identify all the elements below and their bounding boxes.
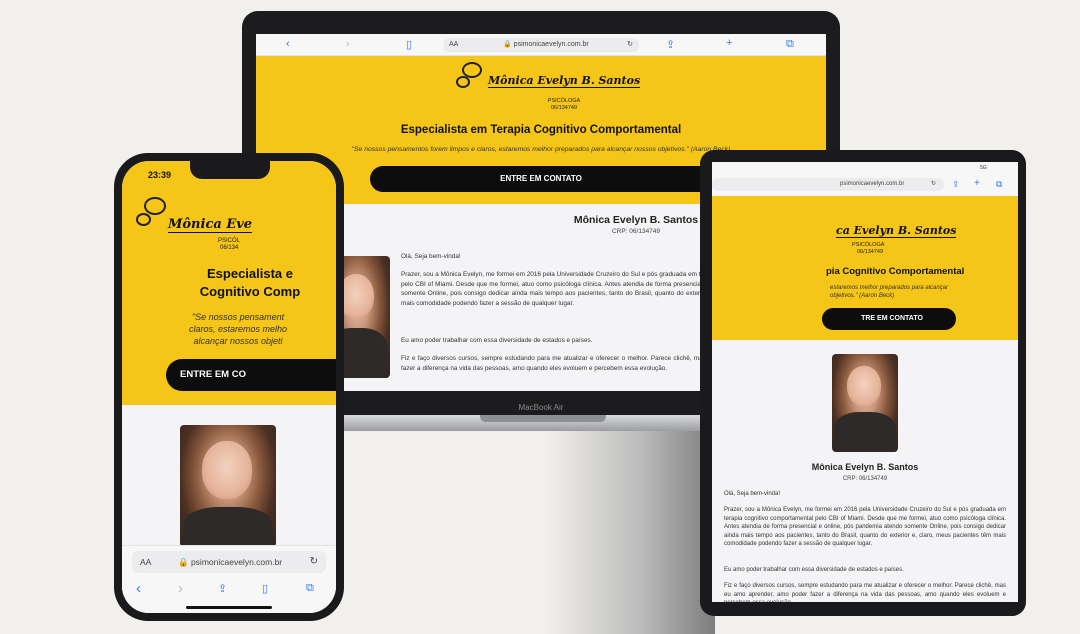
phone-back-icon[interactable]: ‹	[136, 580, 141, 597]
phone-hero: 23:39 Mônica Eve PSICÓL 06/134 Especiali…	[122, 161, 336, 405]
hero-headline: Especialista em Terapia Cognitivo Compor…	[400, 124, 682, 136]
phone-contact-button[interactable]: ENTRE EM CO	[166, 359, 336, 391]
home-indicator	[186, 606, 272, 609]
logo-name: Mônica Evelyn B. Santos	[488, 74, 641, 88]
phone-logo-subtitle: PSICÓL	[218, 238, 241, 244]
tablet-quote: estaremos melhor preparados para alcança…	[830, 285, 949, 299]
new-tab-icon[interactable]: +	[974, 178, 980, 189]
logo-subtitle: PSICÓLOGA	[547, 98, 581, 104]
share-icon[interactable]: ⇪	[666, 38, 675, 51]
phone-tabs-icon[interactable]: ⧉	[306, 582, 314, 595]
phone-chat-bubbles-icon	[136, 197, 168, 231]
phone-headline: Especialista e Cognitivo Comp	[199, 266, 301, 299]
tablet-logo-name: ca Evelyn B. Santos	[836, 224, 957, 238]
phone-quote: "Se nossos pensament claros, estaremos m…	[188, 312, 288, 346]
url-text: 🔒 psimonicaevelyn.com.br	[503, 41, 589, 48]
phone-profile-photo	[180, 425, 276, 547]
forward-icon[interactable]: ›	[346, 38, 350, 50]
phone-logo-name: Mônica Eve	[168, 217, 253, 233]
status-network: 5G	[980, 165, 987, 171]
tablet-content: Mônica Evelyn B. Santos CRP: 06/134749 O…	[712, 340, 1018, 602]
reload-icon[interactable]: ↻	[931, 178, 936, 191]
phone-reload-icon[interactable]: ↻	[310, 551, 318, 573]
laptop-notch	[480, 415, 606, 422]
phone-url-text: 🔒 psimonicaevelyn.com.br	[178, 557, 283, 567]
phone-url-bar[interactable]: AA 🔒 psimonicaevelyn.com.br ↻	[132, 551, 326, 573]
tablet-browser-toolbar: 5G psimonicaevelyn.com.br ↻ ⇪ + ⧉	[712, 162, 1018, 196]
phone-bookmarks-icon[interactable]: ▯	[262, 582, 268, 595]
tablet-profile-crp: CRP: 06/134749	[842, 476, 888, 482]
back-icon[interactable]: ‹	[286, 38, 290, 50]
tablet-headline: pia Cognitivo Comportamental	[826, 266, 965, 277]
contact-button[interactable]: ENTRE EM CONTATO	[370, 166, 712, 192]
tablet-profile-photo	[832, 354, 898, 452]
tablet-logo-crp: 06/134749	[857, 249, 883, 255]
tablet-bio-paragraph-2: Eu amo poder trabalhar com essa diversid…	[724, 567, 904, 573]
reload-icon[interactable]: ↻	[627, 38, 633, 52]
phone-notch	[190, 161, 270, 179]
phone-logo-crp: 06/134	[220, 245, 239, 251]
reader-aa[interactable]: AA	[449, 38, 458, 52]
tablet-hero: ca Evelyn B. Santos PSICÓLOGA 06/134749 …	[712, 196, 1018, 340]
tablet-screen: 5G psimonicaevelyn.com.br ↻ ⇪ + ⧉ ca Eve…	[712, 162, 1018, 602]
chat-bubbles-icon	[456, 62, 486, 92]
bookmarks-icon[interactable]: ▯	[406, 38, 412, 51]
tablet-bio-paragraph-3: Fiz e faço diversos cursos, sempre estud…	[724, 583, 1006, 602]
tablet-url-text: psimonicaevelyn.com.br	[840, 181, 905, 187]
tablet-greeting: Olá, Seja bem-vinda!	[724, 491, 781, 497]
phone-forward-icon[interactable]: ›	[178, 580, 183, 597]
phone-browser-toolbar: AA 🔒 psimonicaevelyn.com.br ↻ ‹ › ⇪ ▯ ⧉	[122, 545, 336, 613]
background-shadow	[545, 430, 715, 634]
share-icon[interactable]: ⇪	[952, 179, 960, 190]
tabs-icon[interactable]: ⧉	[996, 179, 1002, 190]
phone-time: 23:39	[148, 170, 172, 180]
tablet-bio-paragraph-1: Prazer, sou a Mônica Evelyn, me formei e…	[724, 507, 1006, 548]
phone-reader-aa[interactable]: AA	[140, 551, 151, 573]
phone-screen: 23:39 Mônica Eve PSICÓL 06/134 Especiali…	[122, 161, 336, 613]
laptop-url-bar[interactable]: AA 🔒 psimonicaevelyn.com.br ↻	[443, 38, 639, 52]
tablet-logo-subtitle: PSICÓLOGA	[852, 242, 885, 248]
tabs-icon[interactable]: ⧉	[786, 38, 794, 51]
tablet-profile-name: Mônica Evelyn B. Santos	[811, 462, 919, 472]
tablet-url-bar[interactable]: psimonicaevelyn.com.br ↻	[712, 178, 944, 191]
laptop-browser-toolbar: ‹ › ▯ AA 🔒 psimonicaevelyn.com.br ↻ ⇪ + …	[256, 34, 826, 56]
new-tab-icon[interactable]: +	[726, 37, 732, 49]
logo-crp: 06/134749	[551, 105, 577, 111]
tablet-contact-button[interactable]: TRE EM CONTATO	[822, 308, 956, 330]
phone-share-icon[interactable]: ⇪	[218, 582, 227, 595]
